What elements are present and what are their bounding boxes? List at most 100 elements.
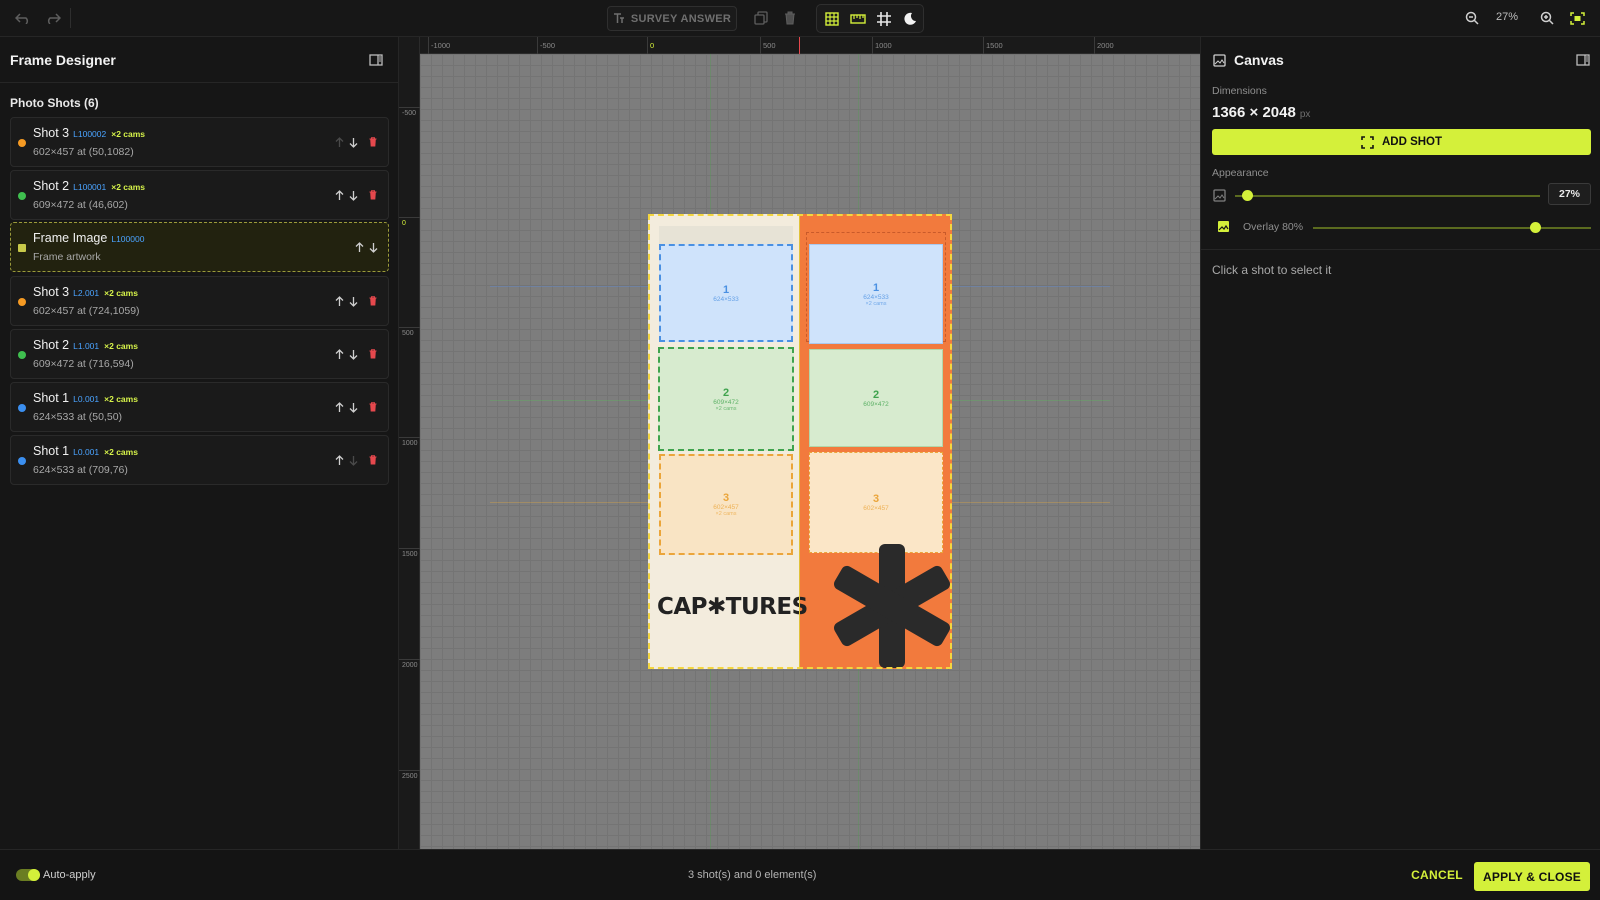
bottom-bar: Auto-apply 3 shot(s) and 0 element(s) CA… [0,849,1600,900]
shot-details: 609×472 at (716,594) [33,358,134,370]
frame-preview[interactable]: 1 624×533 2 609×472 ×2 cams 3 602×457 ×2… [648,214,952,669]
move-up-icon[interactable] [334,135,344,149]
shot-color-dot [18,192,26,200]
shot-actions [334,188,378,202]
trash-icon[interactable] [779,6,801,30]
move-up-icon[interactable] [334,188,344,202]
delete-icon[interactable] [368,400,378,414]
shot-details: 602×457 at (50,1082) [33,146,134,158]
zoom-in-icon[interactable] [1537,6,1557,30]
move-up-icon[interactable] [334,347,344,361]
ruler-tick [399,770,420,771]
auto-apply-toggle[interactable] [16,869,40,881]
shot-list-item[interactable]: Shot 2 L100001 ×2 cams 609×472 at (46,602) [10,170,389,220]
survey-answer-button[interactable]: SURVEY ANSWER [607,6,737,31]
survey-answer-label: SURVEY ANSWER [630,12,732,25]
move-down-icon[interactable] [368,240,378,254]
delete-icon[interactable] [368,135,378,149]
add-shot-button[interactable]: ADD SHOT [1212,129,1591,155]
zoom-slider-thumb[interactable] [1242,190,1253,201]
undo-icon[interactable] [12,6,34,30]
ruler-label: 1000 [875,41,892,50]
redo-icon[interactable] [42,6,64,30]
canvas-area[interactable]: 1 624×533 2 609×472 ×2 cams 3 602×457 ×2… [420,54,1200,849]
ruler-cursor-marker [799,37,800,54]
collapse-panel-icon[interactable] [369,53,383,71]
ruler-label: -500 [540,41,556,50]
duplicate-icon[interactable] [750,6,772,30]
move-down-icon[interactable] [348,294,358,308]
apply-close-button[interactable]: APPLY & CLOSE [1474,862,1590,891]
move-down-icon[interactable] [348,188,358,202]
shot-color-dot [18,404,26,412]
toolbar-divider [70,8,71,28]
zoom-level: 27% [1496,11,1519,23]
auto-apply-label: Auto-apply [43,869,96,881]
delete-icon[interactable] [368,188,378,202]
ruler-label: 500 [763,41,776,50]
shot-list-item[interactable]: Shot 3 L100002 ×2 cams 602×457 at (50,1082) [10,117,389,167]
ruler-tick [428,37,429,54]
delete-icon[interactable] [368,294,378,308]
ruler-label: -1000 [431,41,451,50]
shot-name: Shot 1 L0.001 ×2 cams [33,391,138,405]
move-down-icon[interactable] [348,400,358,414]
shot-color-dot [18,298,26,306]
cancel-button[interactable]: CANCEL [1402,862,1472,888]
shot-name: Shot 3 L100002 ×2 cams [33,126,145,140]
shot-details: Frame artwork [33,251,101,263]
move-down-icon[interactable] [348,347,358,361]
shot-name: Shot 3 L2.001 ×2 cams [33,285,138,299]
move-down-icon[interactable] [348,135,358,149]
shot-color-dot [18,139,26,147]
shot-name: Shot 1 L0.001 ×2 cams [33,444,138,458]
dimensions-label: Dimensions [1212,85,1267,97]
shot-name: Shot 2 L1.001 ×2 cams [33,338,138,352]
selection-hint: Click a shot to select it [1212,263,1332,277]
move-up-icon[interactable] [334,453,344,467]
collapse-panel-icon[interactable] [1576,53,1590,71]
overlay-slider-track[interactable] [1313,227,1591,229]
ruler-tick [399,217,420,218]
delete-icon[interactable] [368,347,378,361]
ruler-label: 500 [402,330,414,337]
ruler-tick [399,659,420,660]
move-up-icon[interactable] [334,400,344,414]
zoom-percent-input[interactable]: 27% [1548,183,1591,205]
move-up-icon[interactable] [354,240,364,254]
ruler-tick [1094,37,1095,54]
shot-details: 609×472 at (46,602) [33,199,128,211]
fit-screen-icon[interactable] [1566,6,1588,30]
shot-list-item[interactable]: Shot 1 L0.001 ×2 cams 624×533 at (709,76) [10,435,389,485]
ruler-tick [760,37,761,54]
shot-list-item[interactable]: Shot 1 L0.001 ×2 cams 624×533 at (50,50) [10,382,389,432]
zoom-slider-track[interactable] [1235,195,1540,197]
shot-list-item[interactable]: Shot 3 L2.001 ×2 cams 602×457 at (724,1059) [10,276,389,326]
guides-icon[interactable] [872,7,896,31]
shot-list-item[interactable]: Frame Image L100000 Frame artwork [10,222,389,272]
shot-actions [334,294,378,308]
delete-icon[interactable] [368,453,378,467]
shot-cams-badge: ×2 cams [111,129,146,139]
canvas-image-icon [1213,54,1226,72]
ruler-icon[interactable] [846,7,870,31]
ruler-tick [983,37,984,54]
image-icon [1213,189,1226,207]
grid-icon[interactable] [820,7,844,31]
dark-mode-icon[interactable] [898,7,922,31]
shot-layer-tag: L1.001 [73,341,100,351]
shot-color-dot [18,457,26,465]
move-down-icon[interactable] [348,453,358,467]
shot-layer-tag: L2.001 [73,288,100,298]
shot-cams-badge: ×2 cams [104,341,138,351]
move-up-icon[interactable] [334,294,344,308]
canvas-title: Canvas [1234,52,1284,68]
shot-list-item[interactable]: Shot 2 L1.001 ×2 cams 609×472 at (716,594) [10,329,389,379]
ruler-label: 1500 [986,41,1003,50]
ruler-tick [872,37,873,54]
right-panel: Canvas Dimensions 1366 × 2048 px ADD SHOT… [1200,37,1600,849]
ruler-label: 0 [650,41,655,50]
zoom-out-icon[interactable] [1462,6,1482,30]
ruler-label: 2000 [402,662,418,669]
overlay-slider-thumb[interactable] [1530,222,1541,233]
